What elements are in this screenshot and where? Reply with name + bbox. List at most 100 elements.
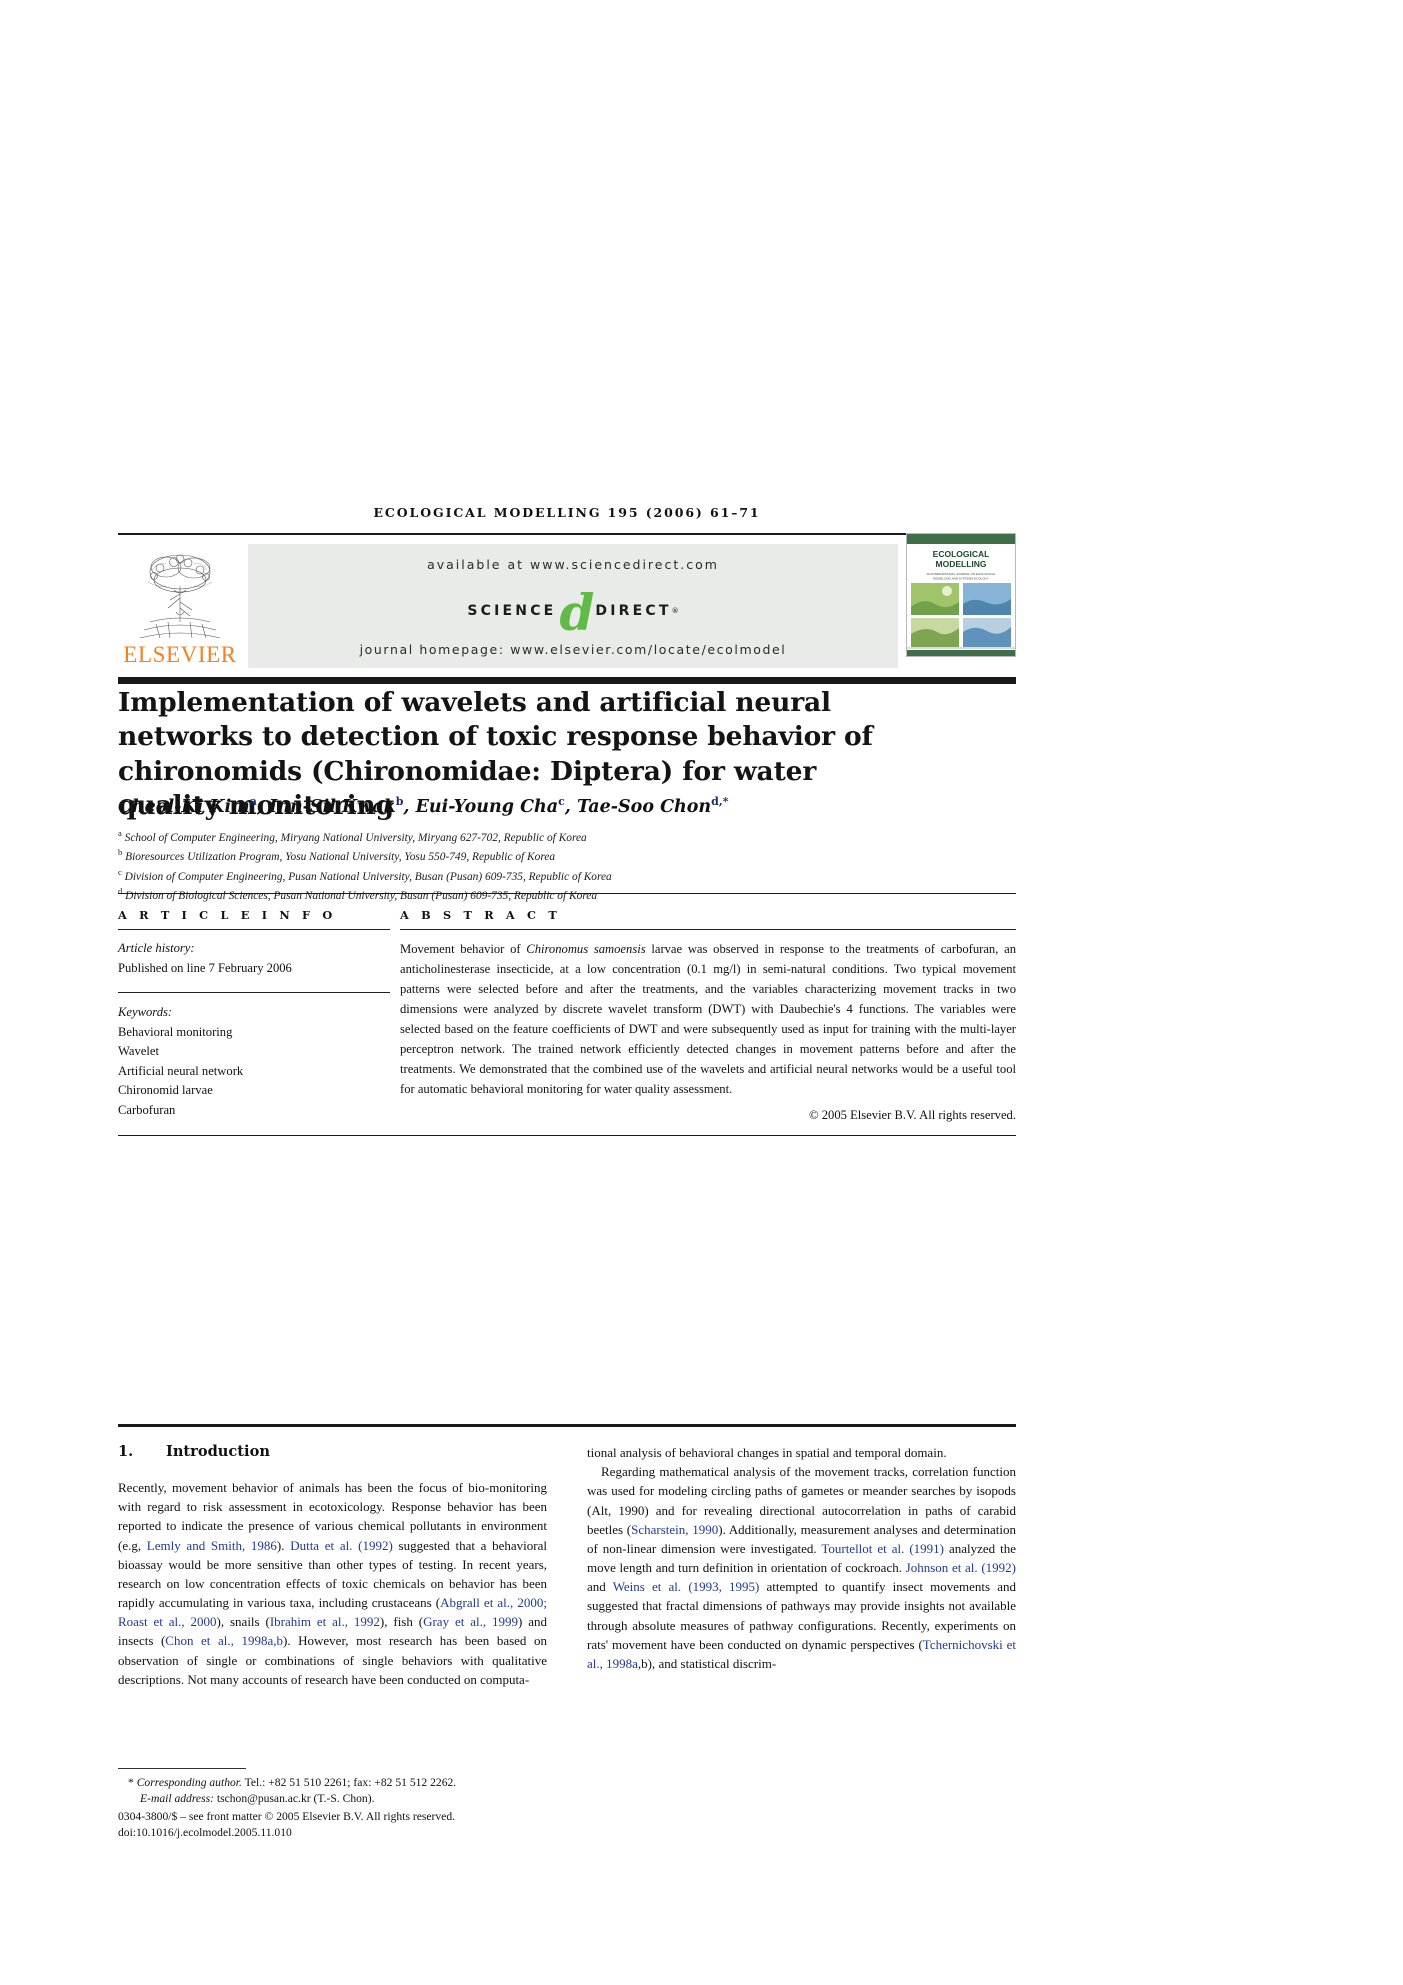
author-4-affil-marker: d,*: [711, 795, 729, 808]
intro-paragraph-1-cont: tional analysis of behavioral changes in…: [587, 1445, 947, 1460]
author-1: Cheol-Ki Kim: [118, 796, 250, 817]
elsevier-logo: ELSEVIER: [118, 544, 242, 668]
article-info-rule: [118, 929, 390, 930]
journal-homepage-link[interactable]: journal homepage: www.elsevier.com/locat…: [248, 642, 898, 657]
article-history-label: Article history:: [118, 941, 195, 955]
citation-link[interactable]: Tourtellot et al. (1991): [821, 1541, 944, 1556]
footnote-rule: [118, 1768, 246, 1769]
affiliation-c: c Division of Computer Engineering, Pusa…: [118, 866, 948, 885]
available-at-text: available at www.sciencedirect.com: [427, 557, 719, 572]
body-column-gap: [547, 1443, 587, 1689]
citation-link[interactable]: Ibrahim et al., 1992: [270, 1614, 380, 1629]
abstract-column: A B S T R A C T Movement behavior of Chi…: [400, 908, 1016, 1123]
sciencedirect-banner: available at www.sciencedirect.com SCIEN…: [248, 544, 898, 668]
svg-text:AN INTERNATIONAL JOURNAL ON EC: AN INTERNATIONAL JOURNAL ON ECOLOGICAL: [926, 572, 995, 576]
masthead-top-rule: [118, 533, 1016, 535]
abstract-text: Movement behavior of Chironomus samoensi…: [400, 939, 1016, 1099]
email-line: E-mail address: tschon@pusan.ac.kr (T.-S…: [118, 1791, 547, 1807]
keyword-item: Chironomid larvae: [118, 1083, 213, 1098]
journal-cover-thumbnail: ECOLOGICAL MODELLING AN INTERNATIONAL JO…: [906, 533, 1016, 657]
intro-text-d: ), snails (: [216, 1614, 270, 1630]
body-right-column: tional analysis of behavioral changes in…: [587, 1443, 1016, 1689]
email-address[interactable]: tschon@pusan.ac.kr (T.-S. Chon).: [214, 1792, 375, 1805]
sciencedirect-logo: SCIENCE d DIRECT ®: [248, 583, 898, 643]
info-block-top-rule: [118, 893, 1016, 894]
citation-link[interactable]: Johnson et al. (1992): [906, 1560, 1016, 1575]
keywords-block: Keywords: Behavioral monitoring Wavelet …: [118, 1003, 390, 1120]
corresponding-author-label: Corresponding author.: [136, 1776, 242, 1789]
elsevier-wordmark: ELSEVIER: [123, 642, 237, 667]
article-info-heading: A R T I C L E I N F O: [118, 908, 337, 922]
keyword-item: Behavioral monitoring: [118, 1024, 233, 1039]
masthead-bottom-rule: [118, 677, 1016, 684]
registered-mark-icon: ®: [671, 607, 679, 615]
doi-line[interactable]: doi:10.1016/j.ecolmodel.2005.11.010: [118, 1825, 547, 1841]
section-heading: 1. Introduction: [118, 1443, 547, 1460]
body-left-column: 1. Introduction Recently, movement behav…: [118, 1443, 547, 1689]
svg-text:ECOLOGICAL: ECOLOGICAL: [933, 549, 990, 559]
elsevier-tree-icon: [130, 550, 230, 642]
author-list: Cheol-Ki Kima, Inn-Sil Kwakb, Eui-Young …: [118, 795, 729, 817]
abstract-species-name: Chironomus samoensis: [526, 942, 646, 956]
author-1-affil-marker: a: [249, 795, 257, 808]
author-2-affil-marker: b: [395, 795, 404, 808]
abstract-heading: A B S T R A C T: [400, 908, 561, 922]
section-number: 1.: [118, 1443, 134, 1460]
affiliation-a: a School of Computer Engineering, Miryan…: [118, 827, 948, 846]
body-block: 1. Introduction Recently, movement behav…: [118, 1424, 1016, 1689]
info-block-bottom-rule: [118, 1135, 1016, 1137]
affiliation-b-text: Bioresources Utilization Program, Yosu N…: [125, 851, 556, 864]
keywords-label: Keywords:: [118, 1005, 173, 1020]
masthead-container: ELSEVIER available at www.sciencedirect.…: [118, 533, 1016, 684]
intro-paragraph-1: Recently, movement behavior of animals h…: [118, 1478, 547, 1689]
issn-line: 0304-3800/$ – see front matter © 2005 El…: [118, 1809, 456, 1823]
keyword-item: Carbofuran: [118, 1102, 176, 1117]
citation-link[interactable]: Chon et al., 1998a,b: [165, 1633, 283, 1648]
article-history: Article history: Published on line 7 Feb…: [118, 939, 390, 978]
intro-text-e: ), fish (: [379, 1614, 424, 1630]
intro-paragraph-2: Regarding mathematical analysis of the m…: [587, 1462, 1016, 1673]
affiliation-a-marker: a: [118, 828, 122, 838]
sciencedirect-science-word: SCIENCE: [467, 603, 557, 619]
author-3: Eui-Young Cha: [415, 796, 559, 817]
svg-text:MODELLING AND SYSTEMS ECOLOGY: MODELLING AND SYSTEMS ECOLOGY: [933, 577, 989, 581]
abstract-copyright: © 2005 Elsevier B.V. All rights reserved…: [809, 1108, 1016, 1123]
sciencedirect-d-icon: d: [559, 583, 595, 643]
corresponding-author-line: * Corresponding author. Tel.: +82 51 510…: [118, 1775, 547, 1791]
author-3-affil-marker: c: [558, 795, 565, 808]
article-info-column: A R T I C L E I N F O Article history: P…: [118, 908, 390, 1123]
affiliation-b: b Bioresources Utilization Program, Yosu…: [118, 846, 948, 865]
info-abstract-block: A R T I C L E I N F O Article history: P…: [118, 893, 1016, 1137]
running-head: ECOLOGICAL MODELLING 195 (2006) 61–71: [373, 505, 761, 520]
affiliation-a-text: School of Computer Engineering, Miryang …: [124, 831, 587, 844]
affiliation-b-marker: b: [118, 847, 123, 858]
author-2: Inn-Sil Kwak: [269, 796, 396, 817]
svg-text:MODELLING: MODELLING: [936, 559, 987, 569]
abstract-text-post: larvae was observed in response to the t…: [400, 942, 1016, 1097]
corresponding-author-contact: Tel.: +82 51 510 2261; fax: +82 51 512 2…: [241, 1776, 457, 1789]
section-title: Introduction: [166, 1443, 270, 1460]
keyword-item: Artificial neural network: [118, 1063, 244, 1078]
keyword-item: Wavelet: [118, 1044, 159, 1059]
masthead: ELSEVIER available at www.sciencedirect.…: [118, 533, 1016, 668]
affiliation-c-text: Division of Computer Engineering, Pusan …: [124, 870, 612, 883]
sciencedirect-direct-word: DIRECT: [595, 603, 672, 619]
citation-link[interactable]: Gray et al., 1999: [423, 1614, 518, 1629]
body-top-rule: [118, 1424, 1016, 1427]
footnote-star-marker: *: [128, 1776, 134, 1789]
footnote-block: * Corresponding author. Tel.: +82 51 510…: [118, 1768, 547, 1842]
keywords-separator-rule: [118, 992, 390, 994]
intro2-text-f: ,b), and statistical discrim-: [637, 1655, 777, 1671]
article-history-value: Published on line 7 February 2006: [118, 960, 292, 975]
author-4: Tae-Soo Chon: [576, 796, 712, 817]
citation-link[interactable]: Scharstein, 1990: [631, 1522, 718, 1537]
intro2-text-d: and: [587, 1579, 613, 1595]
abstract-rule: [400, 929, 1016, 930]
citation-link[interactable]: Weins et al. (1993, 1995): [613, 1579, 760, 1594]
citation-link[interactable]: Dutta et al. (1992): [290, 1538, 393, 1553]
column-gap: [390, 908, 400, 1123]
intro-text-b: ).: [276, 1537, 291, 1553]
citation-link[interactable]: Lemly and Smith, 1986: [147, 1538, 277, 1553]
abstract-text-pre: Movement behavior of: [400, 942, 527, 956]
email-label: E-mail address:: [140, 1792, 214, 1806]
